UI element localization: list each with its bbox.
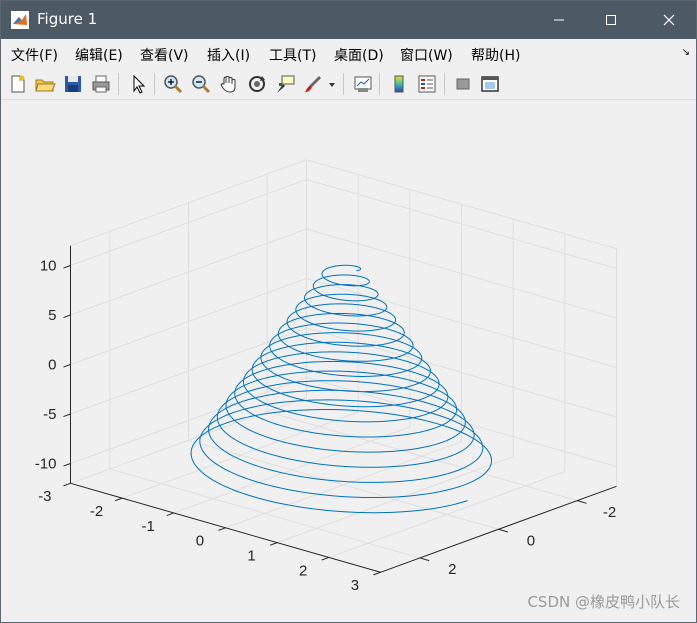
z-tick-label: 5 — [48, 307, 56, 324]
y-tick-label: 0 — [527, 532, 535, 549]
save-icon[interactable] — [62, 73, 84, 95]
toolbar-separator — [444, 73, 445, 95]
x-tick-label: 0 — [196, 533, 204, 550]
print-icon[interactable] — [90, 73, 112, 95]
brush-icon[interactable] — [302, 73, 324, 95]
link-plot-icon[interactable] — [352, 73, 374, 95]
menu-help[interactable]: 帮助(H) — [471, 45, 520, 65]
pan-hand-icon[interactable] — [218, 73, 240, 95]
zoom-out-icon[interactable] — [190, 73, 212, 95]
z-tick-label: -10 — [35, 456, 57, 473]
menu-tools[interactable]: 工具(T) — [269, 45, 316, 65]
x-tick-label: 1 — [247, 548, 255, 565]
minimize-button[interactable] — [531, 1, 587, 39]
matlab-logo-icon — [11, 11, 29, 29]
toolbar-separator — [343, 73, 344, 95]
x-tick-mark — [63, 482, 71, 487]
y-tick-label: 2 — [448, 561, 456, 578]
show-plot-tools-icon[interactable] — [479, 73, 501, 95]
title-bar[interactable]: Figure 1 — [1, 1, 696, 39]
x-tick-mark — [218, 527, 226, 531]
new-figure-icon[interactable] — [7, 73, 29, 95]
x-tick-mark — [269, 542, 278, 546]
grid-line — [188, 439, 499, 530]
select-arrow-icon[interactable] — [127, 73, 149, 95]
menu-edit[interactable]: 编辑(E) — [75, 45, 123, 65]
brush-dropdown-icon[interactable] — [327, 73, 337, 95]
rotate-3d-icon[interactable] — [246, 73, 268, 95]
zoom-in-icon[interactable] — [162, 73, 184, 95]
x-tick-mark — [166, 512, 175, 517]
plot-area[interactable]: -3-2-10123-2021050-5-10 — [1, 100, 696, 622]
y-tick-label: -2 — [603, 504, 616, 521]
menu-window[interactable]: 窗口(W) — [400, 45, 453, 65]
x-tick-label: 3 — [351, 577, 359, 594]
y-tick-mark — [577, 500, 587, 504]
y-tick-mark — [419, 557, 430, 562]
window-title: Figure 1 — [37, 10, 98, 28]
figure-window: Figure 1 文件(F) 编辑(E) 查看(V) 插入(I) 工具(T) 桌… — [0, 0, 697, 623]
y-tick-mark — [498, 528, 508, 533]
x-tick-label: -3 — [38, 488, 51, 505]
toolbar-separator — [379, 73, 380, 95]
figure-toolbar — [1, 67, 696, 100]
axes-grid — [70, 159, 617, 573]
watermark-text: CSDN @橡皮鸭小队长 — [527, 593, 680, 611]
insert-legend-icon[interactable] — [416, 73, 438, 95]
x-tick-mark — [114, 497, 123, 502]
z-tick-mark — [63, 265, 71, 269]
z-tick-mark — [63, 463, 71, 467]
data-cursor-icon[interactable] — [274, 73, 296, 95]
grid-line — [267, 411, 578, 502]
dock-arrow-icon[interactable]: ↘ — [682, 47, 690, 58]
helix-line — [190, 264, 493, 514]
toolbar-separator — [154, 73, 155, 95]
x-tick-label: -1 — [142, 518, 155, 535]
z-tick-label: 0 — [48, 357, 56, 374]
menu-insert[interactable]: 插入(I) — [207, 45, 250, 65]
z-tick-label: 10 — [40, 258, 57, 275]
maximize-icon — [606, 15, 616, 25]
close-button[interactable] — [641, 1, 697, 39]
z-tick-mark — [63, 314, 71, 319]
hide-plot-tools-icon[interactable] — [452, 73, 474, 95]
x-tick-label: 2 — [299, 562, 307, 579]
x-tick-mark — [321, 556, 330, 561]
x-tick-mark — [373, 571, 381, 576]
insert-colorbar-icon[interactable] — [388, 73, 410, 95]
menu-view[interactable]: 查看(V) — [140, 45, 189, 65]
z-tick-label: -5 — [43, 406, 56, 423]
maximize-button[interactable] — [583, 1, 639, 39]
helix-series-line — [190, 264, 493, 514]
menu-desktop[interactable]: 桌面(D) — [334, 45, 384, 65]
z-tick-mark — [63, 413, 71, 418]
menu-bar: 文件(F) 编辑(E) 查看(V) 插入(I) 工具(T) 桌面(D) 窗口(W… — [1, 39, 696, 67]
menu-file[interactable]: 文件(F) — [11, 45, 58, 65]
toolbar-separator — [118, 73, 119, 95]
minimize-icon — [554, 19, 564, 21]
z-tick-mark — [63, 364, 71, 368]
axis-tick-labels: -3-2-10123-2021050-5-10 — [35, 258, 616, 595]
open-file-icon[interactable] — [34, 73, 56, 95]
close-icon — [663, 14, 675, 26]
x-tick-label: -2 — [90, 503, 103, 520]
